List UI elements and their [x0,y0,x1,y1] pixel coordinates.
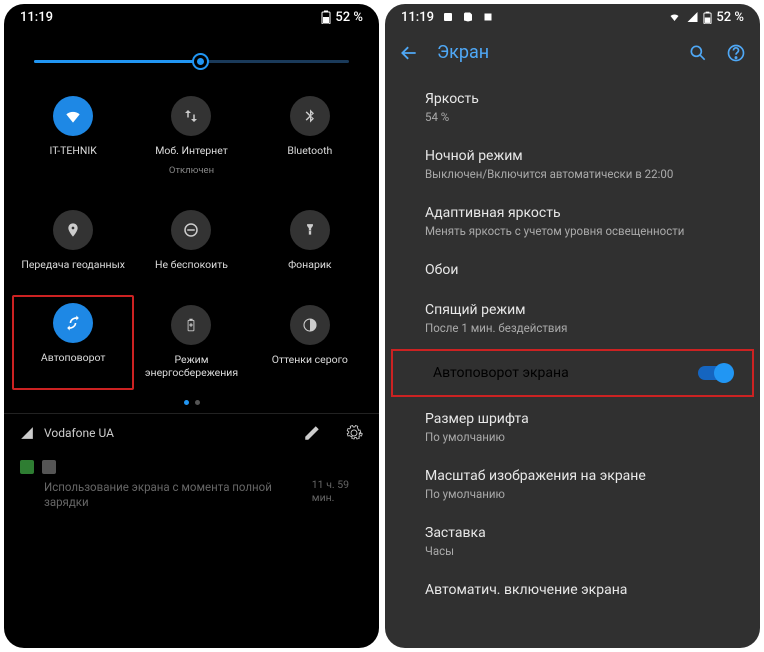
quick-settings-panel: 11:19 52 % IT-TEHNIK Моб. Интернет [4,4,379,648]
flashlight-icon [290,210,330,250]
edit-icon[interactable] [303,424,321,442]
signal-icon [20,426,34,440]
setting-adaptive-brightness[interactable]: Адаптивная яркость Менять яркость с учет… [385,193,760,250]
status-time: 11:19 [20,10,53,25]
quick-settings-grid: IT-TEHNIK Моб. Интернет Отключен Bluetoo… [4,73,379,388]
setting-title: Заставка [425,525,740,541]
appbar: Экран [385,30,760,75]
notification-header[interactable] [4,452,379,478]
setting-title: Размер шрифта [425,411,740,427]
evernote-status-icon [462,11,474,23]
search-icon[interactable] [688,43,708,63]
settings-list: Яркость 54 % Ночной режим Выключен/Включ… [385,75,760,614]
setting-sub: По умолчанию [425,487,740,501]
battery-percentage: 52 % [335,10,363,25]
location-icon [53,210,93,250]
tile-dnd[interactable]: Не беспокоить [132,202,250,279]
setting-wallpaper[interactable]: Обои [385,250,760,290]
setting-title: Обои [425,262,740,278]
grayscale-icon [290,305,330,345]
tile-label: Моб. Интернет [155,144,228,157]
tile-flashlight[interactable]: Фонарик [251,202,369,279]
signal-icon [686,11,699,23]
carrier-label: Vodafone UA [44,426,114,440]
setting-title: Масштаб изображения на экране [425,468,740,484]
tile-label: Не беспокоить [155,258,228,271]
setting-night-mode[interactable]: Ночной режим Выключен/Включится автомати… [385,136,760,193]
help-icon[interactable] [726,43,746,63]
setting-screensaver[interactable]: Заставка Часы [385,513,760,570]
setting-display-scale[interactable]: Масштаб изображения на экране По умолчан… [385,456,760,513]
appbar-title: Экран [437,42,670,63]
setting-title: Автоматич. включение экрана [425,582,740,598]
brightness-slider[interactable] [4,30,379,73]
wifi-icon [53,96,93,136]
status-time: 11:19 [401,10,434,25]
app-status-icon [482,11,494,23]
tile-mobile-data[interactable]: Моб. Интернет Отключен [132,88,250,184]
notification-text: Использование экрана с момента полной за… [4,478,312,519]
battery-icon [321,10,331,24]
setting-brightness[interactable]: Яркость 54 % [385,79,760,136]
status-bar: 11:19 52 % [4,4,379,30]
tile-label: IT-TEHNIK [49,144,96,157]
tile-sublabel: Отключен [169,165,214,176]
setting-sub: Выключен/Включится автоматически в 22:00 [425,167,740,181]
autorotate-toggle[interactable] [698,366,732,380]
setting-sub: Менять яркость с учетом уровня освещенно… [425,224,740,238]
gear-icon[interactable] [345,424,363,442]
tile-label: Фонарик [288,258,332,271]
tile-label: Автоповорот [41,351,105,364]
setting-sub: После 1 мин. бездействия [425,321,740,335]
battery-saver-icon [171,305,211,345]
tile-battery-saver[interactable]: Режим энергосбережения [132,297,250,387]
setting-autorotate[interactable]: Автоповорот экрана [391,349,754,397]
tile-wifi[interactable]: IT-TEHNIK [14,88,132,184]
tile-label: Оттенки серого [272,353,348,366]
evernote-icon [20,460,34,474]
wifi-icon [667,11,682,23]
setting-sub: 54 % [425,110,740,124]
setting-sub: По умолчанию [425,430,740,444]
app-icon [42,460,56,474]
brightness-thumb[interactable] [192,53,209,70]
bluetooth-icon [290,96,330,136]
setting-title: Адаптивная яркость [425,205,740,221]
page-indicator [4,388,379,413]
setting-title: Яркость [425,91,740,107]
display-settings-screen: 11:19 52 % Эк [385,4,760,648]
tile-label: Bluetooth [287,144,332,157]
tile-location[interactable]: Передача геоданных [14,202,132,279]
setting-sleep[interactable]: Спящий режим После 1 мин. бездействия [385,290,760,347]
setting-font-size[interactable]: Размер шрифта По умолчанию [385,399,760,456]
tile-autorotate[interactable]: Автоповорот [12,295,134,389]
setting-title: Автоповорот экрана [433,365,569,381]
back-icon[interactable] [399,43,419,63]
dnd-icon [171,210,211,250]
tile-bluetooth[interactable]: Bluetooth [251,88,369,184]
tile-label: Передача геоданных [21,258,125,271]
data-icon [171,96,211,136]
battery-icon [703,11,712,24]
autorotate-icon [53,303,93,343]
notif-icon [442,11,454,23]
setting-sub: Часы [425,544,740,558]
tile-label: Режим энергосбережения [134,353,248,379]
notification-elapsed: 11 ч. 59 мин. [312,478,379,504]
setting-auto-screen-on[interactable]: Автоматич. включение экрана [385,570,760,610]
status-bar: 11:19 52 % [385,4,760,30]
qs-footer: Vodafone UA [4,413,379,452]
setting-title: Ночной режим [425,148,740,164]
battery-percentage: 52 % [716,10,744,25]
tile-grayscale[interactable]: Оттенки серого [251,297,369,387]
setting-title: Спящий режим [425,302,740,318]
